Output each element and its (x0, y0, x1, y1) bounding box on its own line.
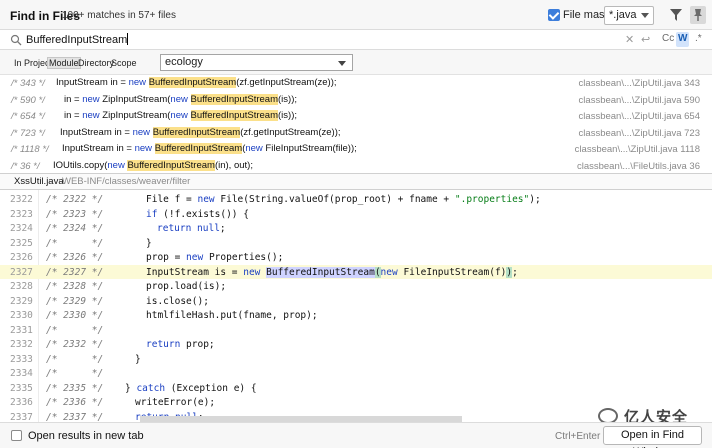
match-case-toggle[interactable]: Cc (660, 32, 676, 47)
filter-icon[interactable] (670, 9, 682, 21)
file-mask-value: *.java (609, 9, 637, 21)
code-line: 2326/* 2326 */ prop = new Properties(); (10, 252, 284, 263)
result-row[interactable]: /* 723 */ InputStream in = new BufferedI… (0, 125, 712, 142)
result-row[interactable]: /* 36 */ IOUtils.copy(new BufferedInputS… (0, 158, 712, 174)
preview-file-name: XssUtil.java (14, 176, 64, 187)
code-line-current: 2327/* 2327 */ InputStream is = new Buff… (0, 264, 712, 279)
clear-icon[interactable]: ✕ (625, 33, 634, 46)
code-line: 2333/* */ } (10, 353, 141, 365)
code-line: 2325/* */ } (10, 237, 152, 249)
code-line: 2329/* 2329 */ is.close(); (10, 295, 209, 307)
open-in-new-tab-label: Open results in new tab (28, 430, 144, 442)
result-row[interactable]: /* 1118 */ InputStream in = new Buffered… (0, 141, 712, 158)
tab-directory[interactable]: Directory (78, 58, 114, 68)
module-value: ecology (165, 56, 203, 68)
whole-words-toggle[interactable]: W (676, 32, 690, 47)
text-cursor (127, 33, 129, 45)
results-list: /* 343 */ InputStream in = new BufferedI… (0, 75, 712, 173)
code-line: 2322/* 2322 */ File f = new File(String.… (10, 194, 541, 205)
search-input[interactable]: BufferedInputStream (26, 33, 129, 46)
footer-bar: Open results in new tab Ctrl+Enter Open … (0, 422, 712, 448)
module-dropdown[interactable]: ecology (160, 54, 353, 71)
tab-scope[interactable]: Scope (111, 58, 137, 68)
result-line-number: /* 36 */ (11, 160, 40, 172)
open-in-new-tab-checkbox[interactable] (11, 430, 22, 441)
result-row[interactable]: /* 343 */ InputStream in = new BufferedI… (0, 75, 712, 92)
chevron-down-icon (338, 61, 346, 66)
open-in-find-window-button[interactable]: Open in Find Window (603, 426, 702, 448)
result-row[interactable]: /* 654 */ in = new ZipInputStream(new Bu… (0, 108, 712, 125)
result-line-number: /* 654 */ (11, 111, 45, 122)
code-line: 2334/* */ (10, 368, 104, 379)
shortcut-hint: Ctrl+Enter (555, 431, 601, 442)
tab-module[interactable]: Module (47, 57, 81, 69)
result-row[interactable]: /* 590 */ in = new ZipInputStream(new Bu… (0, 92, 712, 109)
result-line-number: /* 1118 */ (11, 144, 49, 155)
pin-icon[interactable] (690, 6, 706, 24)
code-line: 2330/* 2330 */ htmlfileHash.put(fname, p… (10, 310, 318, 321)
scope-row: In Project Module Directory Scope ecolog… (0, 50, 712, 75)
result-location: classbean\...\ZipUtil.java 654 (578, 111, 700, 122)
code-line: 2324/* 2324 */ return null; (10, 223, 226, 234)
chevron-down-icon (641, 13, 649, 18)
regex-toggle[interactable]: .* (693, 32, 704, 47)
search-query: BufferedInputStream (26, 34, 128, 46)
result-code: in = new ZipInputStream(new BufferedInpu… (64, 110, 297, 121)
result-line-number: /* 343 */ (11, 78, 45, 89)
file-mask-checkbox[interactable] (548, 9, 560, 21)
result-location: classbean\...\ZipUtil.java 723 (578, 127, 700, 139)
search-icon (10, 34, 22, 46)
code-preview[interactable]: 2322/* 2322 */ File f = new File(String.… (0, 190, 712, 422)
code-line: 2323/* 2323 */ if (!f.exists()) { (10, 208, 249, 220)
search-row: BufferedInputStream ✕ ↩ Cc W .* (0, 30, 712, 50)
result-location: classbean\...\ZipUtil.java 590 (578, 94, 700, 106)
history-icon[interactable]: ↩ (641, 33, 650, 46)
preview-header: XssUtil.java WEB-INF/classes/weaver/filt… (0, 173, 712, 190)
result-code: InputStream in = new BufferedInputStream… (62, 143, 357, 154)
result-line-number: /* 590 */ (11, 94, 45, 106)
file-mask-dropdown[interactable]: *.java (604, 6, 654, 25)
result-location: classbean\...\FileUtils.java 36 (576, 160, 700, 172)
code-line: 2331/* */ (10, 324, 104, 336)
code-line: 2332/* 2332 */ return prop; (10, 339, 215, 350)
result-code: InputStream in = new BufferedInputStream… (60, 126, 341, 138)
code-line: 2335/* 2335 */ } catch (Exception e) { (10, 382, 257, 394)
result-location: classbean\...\ZipUtil.java 1118 (574, 144, 700, 155)
match-count: 100+ matches in 57+ files (62, 10, 176, 21)
code-line: 2328/* 2328 */ prop.load(is); (10, 281, 227, 292)
result-line-number: /* 723 */ (11, 127, 45, 139)
result-location: classbean\...\ZipUtil.java 343 (578, 78, 700, 89)
result-code: InputStream in = new BufferedInputStream… (56, 77, 337, 88)
preview-file-path: WEB-INF/classes/weaver/filter (62, 176, 191, 187)
find-header: Find in Files 100+ matches in 57+ files … (0, 0, 712, 30)
result-code: in = new ZipInputStream(new BufferedInpu… (64, 93, 297, 105)
result-code: IOUtils.copy(new BufferedInputStream(in)… (53, 159, 253, 171)
